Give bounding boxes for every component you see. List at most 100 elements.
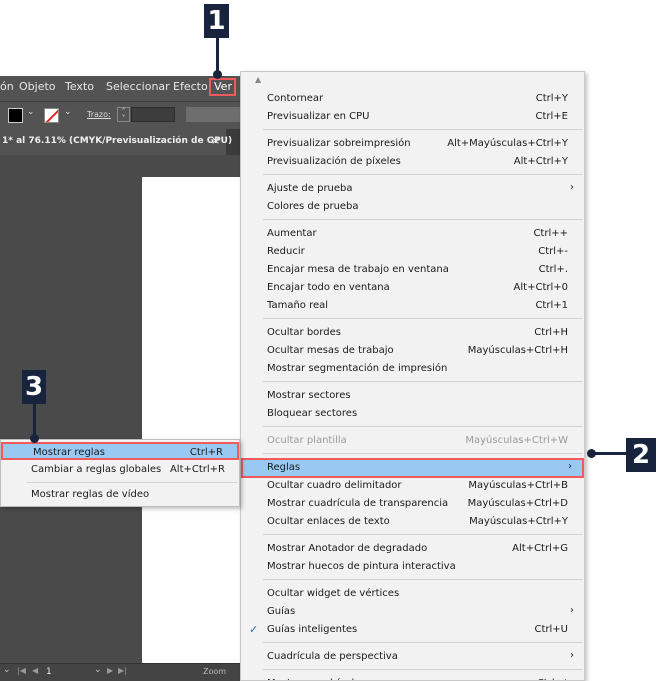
menu-item-shortcut: Alt+Ctrl+0 (513, 282, 568, 293)
menu-item-mostrar-anotador-de-degradado[interactable]: Mostrar Anotador de degradado Alt+Ctrl+G (241, 540, 584, 558)
menu-separator (263, 453, 583, 454)
menu-item-contornear[interactable]: Contornear Ctrl+Y (241, 90, 584, 108)
callout-1: 1 (204, 4, 229, 38)
menu-item-bloquear-sectores[interactable]: Bloquear sectores (241, 405, 584, 423)
stroke-dropdown-icon[interactable]: ⌄ (64, 107, 72, 117)
menu-item-label: Ocultar plantilla (267, 435, 347, 446)
menu-item-reglas[interactable]: Reglas › (241, 458, 584, 478)
menu-item-mostrar-cuadrícula-de-transparencia[interactable]: Mostrar cuadrícula de transparencia Mayús… (241, 495, 584, 513)
menu-item-mostrar-segmentación-de-impresión[interactable]: Mostrar segmentación de impresión (241, 360, 584, 378)
submenu-item-mostrar-reglas-de-vídeo[interactable]: Mostrar reglas de vídeo (1, 486, 239, 504)
style-field[interactable] (186, 107, 240, 122)
page-dropdown-icon[interactable]: ⌄ (94, 665, 102, 675)
submenu-item-label: Mostrar reglas (33, 447, 105, 458)
menu-separator (263, 669, 583, 670)
last-page-icon[interactable]: ▶| (118, 666, 127, 675)
submenu-arrow-icon: › (568, 461, 572, 472)
fill-swatch[interactable] (8, 108, 23, 123)
menu-item-guías[interactable]: Guías › (241, 603, 584, 621)
chevron-down-icon[interactable]: ⌄ (3, 665, 11, 675)
stroke-swatch[interactable] (44, 108, 59, 123)
menu-separator (263, 579, 583, 580)
menu-separator (263, 174, 583, 175)
menu-item-aumentar[interactable]: Aumentar Ctrl++ (241, 225, 584, 243)
menu-item-mostrar-huecos-de-pintura-interactiva[interactable]: Mostrar huecos de pintura interactiva (241, 558, 584, 576)
next-page-icon[interactable]: ▶ (107, 666, 113, 675)
menu-item-previsualizar-en-cpu[interactable]: Previsualizar en CPU Ctrl+E (241, 108, 584, 126)
menu-separator (263, 534, 583, 535)
document-tab-title: 1* al 76.11% (CMYK/Previsualización de G… (2, 136, 233, 146)
menu-item-shortcut: Ctrl+E (535, 111, 569, 122)
submenu-arrow-icon: › (570, 650, 574, 661)
menu-separator (263, 318, 583, 319)
menu-item-label: Encajar todo en ventana (267, 282, 390, 293)
menu-item-mostrar-cuadrícula[interactable]: Mostrar cuadrículaCtrl+* (241, 675, 584, 680)
menu-item-ocultar-widget-de-vértices[interactable]: Ocultar widget de vértices (241, 585, 584, 603)
menu-item-label: Mostrar huecos de pintura interactiva (267, 561, 456, 572)
menu-item-colores-de-prueba[interactable]: Colores de prueba (241, 198, 584, 216)
menu-item-label: Ocultar mesas de trabajo (267, 345, 394, 356)
close-icon[interactable]: × (211, 134, 220, 147)
menu-item-ocultar-cuadro-delimitador[interactable]: Ocultar cuadro delimitador Mayúsculas+Ctr… (241, 477, 584, 495)
menu-item-label: Tamaño real (267, 300, 329, 311)
menu-item-label: Ocultar cuadro delimitador (267, 480, 402, 491)
status-bar: ⌄ |◀ ◀ 1 ⌄ ▶ ▶| Zoom (0, 663, 240, 681)
menu-item-encajar-todo-en-ventana[interactable]: Encajar todo en ventana Alt+Ctrl+0 (241, 279, 584, 297)
menu-separator (263, 129, 583, 130)
menu-item-shortcut: Ctrl+- (538, 246, 568, 257)
menu-item-label: Cuadrícula de perspectiva (267, 651, 398, 662)
menu-separator (27, 482, 237, 483)
stroke-weight-field[interactable] (131, 107, 175, 122)
menu-item-ajuste-de-prueba[interactable]: Ajuste de prueba › (241, 180, 584, 198)
menu-item-previsualización-de-píxeles[interactable]: Previsualización de píxeles Alt+Ctrl+Y (241, 153, 584, 171)
menu-item-label: Previsualizar sobreimpresión (267, 138, 411, 149)
menubar-item[interactable]: Seleccionar (106, 80, 170, 93)
menu-item-guías-inteligentes[interactable]: ✓ Guías inteligentes Ctrl+U (241, 621, 584, 639)
menu-separator (263, 426, 583, 427)
submenu-item-mostrar-reglas[interactable]: Mostrar reglas Ctrl+R (1, 442, 239, 460)
callout-3: 3 (22, 370, 46, 404)
menu-separator (263, 219, 583, 220)
menu-item-shortcut: Alt+Ctrl+G (512, 543, 568, 554)
submenu-item-label: Mostrar reglas de vídeo (31, 489, 150, 500)
menu-item-ocultar-enlaces-de-texto[interactable]: Ocultar enlaces de texto Mayúsculas+Ctrl+… (241, 513, 584, 531)
menu-item-shortcut: Alt+Ctrl+Y (513, 156, 568, 167)
submenu-item-shortcut: Ctrl+R (189, 447, 223, 458)
menu-item-label: Ocultar widget de vértices (267, 588, 400, 599)
menu-item-label: Mostrar sectores (267, 390, 351, 401)
menu-item-label: Previsualizar en CPU (267, 111, 370, 122)
menu-item-label: Guías inteligentes (267, 624, 358, 635)
artboard[interactable] (142, 177, 240, 663)
menu-item-shortcut: Ctrl+Y (535, 93, 568, 104)
menu-item-encajar-mesa-de-trabajo-en-ventana[interactable]: Encajar mesa de trabajo en ventana Ctrl+. (241, 261, 584, 279)
document-tab-bar: 1* al 76.11% (CMYK/Previsualización de G… (0, 129, 240, 155)
menu-item-previsualizar-sobreimpresión[interactable]: Previsualizar sobreimpresión Alt+Mayúscul… (241, 135, 584, 153)
document-tab[interactable]: 1* al 76.11% (CMYK/Previsualización de G… (0, 129, 232, 155)
menu-item-shortcut: Ctrl+U (534, 624, 569, 635)
stroke-stepper-icon[interactable]: ˄ ˅ (117, 107, 130, 123)
stroke-label: Trazo: (87, 110, 111, 119)
menu-item-ocultar-mesas-de-trabajo[interactable]: Ocultar mesas de trabajo Mayúsculas+Ctrl+… (241, 342, 584, 360)
callout-2: 2 (626, 438, 656, 472)
menu-item-ocultar-bordes[interactable]: Ocultar bordes Ctrl+H (241, 324, 584, 342)
menubar-item-ver[interactable]: Ver (209, 78, 236, 96)
first-page-icon[interactable]: |◀ (17, 666, 26, 675)
menubar-item[interactable]: Texto (65, 80, 94, 93)
menubar-item[interactable]: Objeto (19, 80, 56, 93)
menubar-item[interactable]: ón (0, 80, 14, 93)
menu-item-mostrar-sectores[interactable]: Mostrar sectores (241, 387, 584, 405)
menubar-item[interactable]: Efecto (173, 80, 208, 93)
menu-item-tamaño-real[interactable]: Tamaño real Ctrl+1 (241, 297, 584, 315)
fill-dropdown-icon[interactable]: ⌄ (27, 107, 35, 117)
menu-item-shortcut: Mayúsculas+Ctrl+Y (469, 516, 568, 527)
menu-item-cuadrícula-de-perspectiva[interactable]: Cuadrícula de perspectiva › (241, 648, 584, 666)
prev-page-icon[interactable]: ◀ (32, 666, 38, 675)
submenu-item-cambiar-a-reglas-globales[interactable]: Cambiar a reglas globales Alt+Ctrl+R (1, 461, 239, 479)
scroll-up-icon[interactable]: ▲ (255, 75, 261, 84)
submenu-arrow-icon: › (570, 605, 574, 616)
menu-separator (263, 642, 583, 643)
menu-item-shortcut: Mayúsculas+Ctrl+H (467, 345, 568, 356)
page-number[interactable]: 1 (46, 667, 52, 677)
menu-item-reducir[interactable]: Reducir Ctrl+- (241, 243, 584, 261)
menu-item-shortcut: Ctrl+1 (535, 300, 568, 311)
